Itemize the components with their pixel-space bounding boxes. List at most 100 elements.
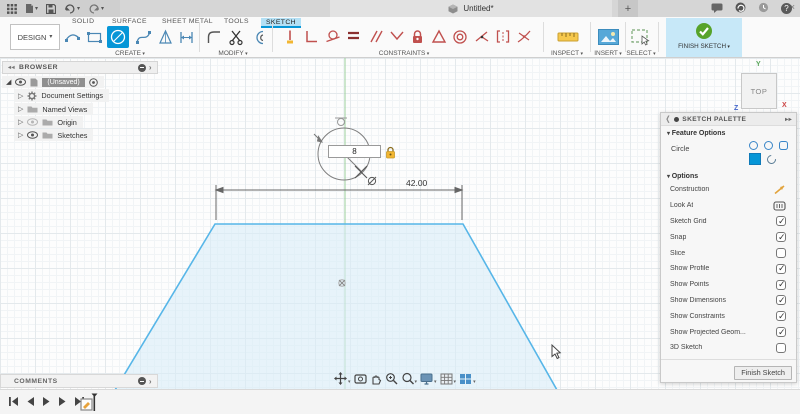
snap-checkbox[interactable]	[776, 232, 786, 242]
browser-pop-icon[interactable]	[146, 63, 152, 72]
sketch-profile-trapezoid[interactable]	[115, 224, 557, 390]
inspect-group-label[interactable]: INSPECT	[543, 50, 591, 57]
browser-item-document-settings[interactable]: ▷ Document Settings	[14, 89, 109, 102]
undo-icon[interactable]: ▾	[64, 4, 80, 14]
collinear-constraint-icon[interactable]	[495, 29, 511, 49]
collapsed-triangle-icon[interactable]: ▷	[18, 92, 23, 100]
skip-start-button[interactable]	[8, 396, 19, 407]
dimension-lock-icon[interactable]	[385, 146, 396, 164]
palette-collapse-icon[interactable]	[785, 116, 792, 123]
grid-snaps-icon[interactable]: ▾	[440, 373, 457, 385]
modify-group-label[interactable]: MODIFY	[205, 50, 261, 57]
visibility-eye-icon[interactable]	[27, 131, 38, 139]
circle-partial-option-icon[interactable]	[765, 153, 778, 166]
tab-sheet-metal[interactable]: SHEET METAL	[162, 18, 213, 25]
comments-bubble-icon[interactable]	[711, 0, 723, 18]
offset-tool-icon[interactable]	[250, 29, 267, 51]
tab-sketch[interactable]: SKETCH	[261, 18, 301, 28]
undo-caret-icon[interactable]: ▾	[77, 6, 80, 12]
root-document-label[interactable]: (Unsaved)	[42, 78, 84, 87]
timeline-sketch-feature[interactable]	[80, 393, 102, 414]
sync-status-icon[interactable]	[735, 0, 746, 18]
trim-tool-icon[interactable]	[228, 29, 245, 51]
constraints-group-label[interactable]: CONSTRAINTS	[366, 50, 442, 57]
timeline-position-marker[interactable]	[94, 396, 96, 411]
show-projected-geometry-checkbox[interactable]	[776, 327, 786, 337]
show-points-checkbox[interactable]	[776, 280, 786, 290]
3d-sketch-checkbox[interactable]	[776, 343, 786, 353]
viewports-icon[interactable]: ▾	[459, 373, 476, 385]
tab-solid[interactable]: SOLID	[72, 18, 94, 25]
selected-option-swatch[interactable]	[749, 153, 761, 165]
symmetry-constraint-icon[interactable]	[431, 29, 447, 49]
concentric-constraint-icon[interactable]	[452, 29, 468, 50]
select-group-label[interactable]: SELECT	[620, 50, 662, 57]
pan-hand-icon[interactable]	[370, 373, 382, 385]
horizontal-vertical-constraint-icon[interactable]	[283, 29, 298, 50]
select-tool-icon[interactable]	[631, 29, 651, 51]
browser-collapse-icon[interactable]	[8, 64, 15, 71]
insert-image-icon[interactable]	[598, 29, 619, 50]
fillet-tool-icon[interactable]	[206, 29, 223, 51]
equal-constraint-icon[interactable]	[346, 29, 361, 47]
display-settings-icon[interactable]: ▾	[420, 373, 437, 385]
slice-checkbox[interactable]	[776, 248, 786, 258]
zoom-icon[interactable]	[385, 372, 398, 385]
orbit-caret-icon[interactable]: ▾	[348, 379, 351, 385]
measure-icon[interactable]	[557, 29, 579, 50]
redo-caret-icon[interactable]: ▾	[101, 6, 104, 12]
collapsed-triangle-icon[interactable]: ▷	[18, 105, 23, 113]
comments-bar[interactable]: COMMENTS	[0, 374, 158, 388]
polygon-tool-icon[interactable]	[157, 29, 174, 51]
perpendicular-constraint-icon[interactable]	[304, 29, 319, 49]
step-forward-button[interactable]	[58, 396, 67, 407]
browser-root-row[interactable]: ◢ (Unsaved)	[2, 76, 104, 88]
viewcube-face-label[interactable]: TOP	[751, 87, 768, 96]
document-tab[interactable]: Untitled*	[330, 0, 612, 17]
spline-tool-icon[interactable]	[135, 29, 152, 51]
show-profile-checkbox[interactable]	[776, 264, 786, 274]
tab-surface[interactable]: SURFACE	[112, 18, 147, 25]
width-dimension[interactable]: 42.00	[216, 178, 462, 220]
circle-normal-option-icon[interactable]	[749, 141, 758, 150]
viewports-caret-icon[interactable]: ▾	[473, 379, 476, 385]
radius-dimension-input[interactable]	[328, 145, 381, 158]
tangent-constraint-icon[interactable]	[325, 29, 341, 49]
redo-icon[interactable]: ▾	[88, 4, 104, 14]
step-back-button[interactable]	[26, 396, 35, 407]
circle-construction-option-icon[interactable]	[764, 141, 773, 150]
sketch-dimension-icon[interactable]	[178, 29, 195, 51]
rectangle-tool-icon[interactable]	[86, 29, 103, 51]
coincident-constraint-icon[interactable]	[389, 29, 404, 48]
finish-sketch-button[interactable]: FINISH SKETCH	[666, 18, 742, 57]
orbit-icon[interactable]: ▾	[334, 372, 351, 385]
sketch-palette-header[interactable]: SKETCH PALETTE	[661, 113, 796, 126]
file-menu-icon[interactable]: ▾	[25, 3, 38, 14]
collapsed-triangle-icon[interactable]: ▷	[18, 131, 23, 139]
parallel-constraint-icon[interactable]	[368, 29, 383, 49]
fit-caret-icon[interactable]: ▾	[415, 379, 418, 385]
line-tool-icon[interactable]	[64, 29, 81, 51]
new-tab-button[interactable]: +	[618, 0, 638, 17]
fix-lock-constraint-icon[interactable]	[410, 29, 425, 50]
grid-snaps-caret-icon[interactable]: ▾	[454, 379, 457, 385]
browser-options-icon[interactable]	[138, 64, 146, 72]
comments-options-icon[interactable]	[138, 377, 146, 385]
curvature-constraint-icon[interactable]	[516, 29, 532, 49]
save-icon[interactable]	[46, 4, 56, 14]
sketch-grid-checkbox[interactable]	[776, 216, 786, 226]
tab-tools[interactable]: TOOLS	[224, 18, 249, 25]
design-workspace-menu[interactable]: DESIGN▾	[10, 24, 60, 50]
look-at-icon[interactable]	[354, 373, 367, 384]
circle-polygon-option-icon[interactable]	[779, 141, 788, 150]
circle-tool-icon[interactable]	[107, 26, 129, 48]
create-group-label[interactable]: CREATE	[103, 50, 157, 57]
comments-pop-icon[interactable]	[146, 377, 152, 386]
help-icon[interactable]: ?	[781, 3, 792, 14]
viewcube[interactable]: TOP Y X Z	[741, 73, 777, 109]
midpoint-constraint-icon[interactable]	[474, 29, 490, 49]
browser-item-sketches[interactable]: ▷ Sketches	[14, 129, 93, 141]
show-constraints-checkbox[interactable]	[776, 311, 786, 321]
collapsed-triangle-icon[interactable]: ▷	[18, 118, 23, 126]
show-dimensions-checkbox[interactable]	[776, 295, 786, 305]
